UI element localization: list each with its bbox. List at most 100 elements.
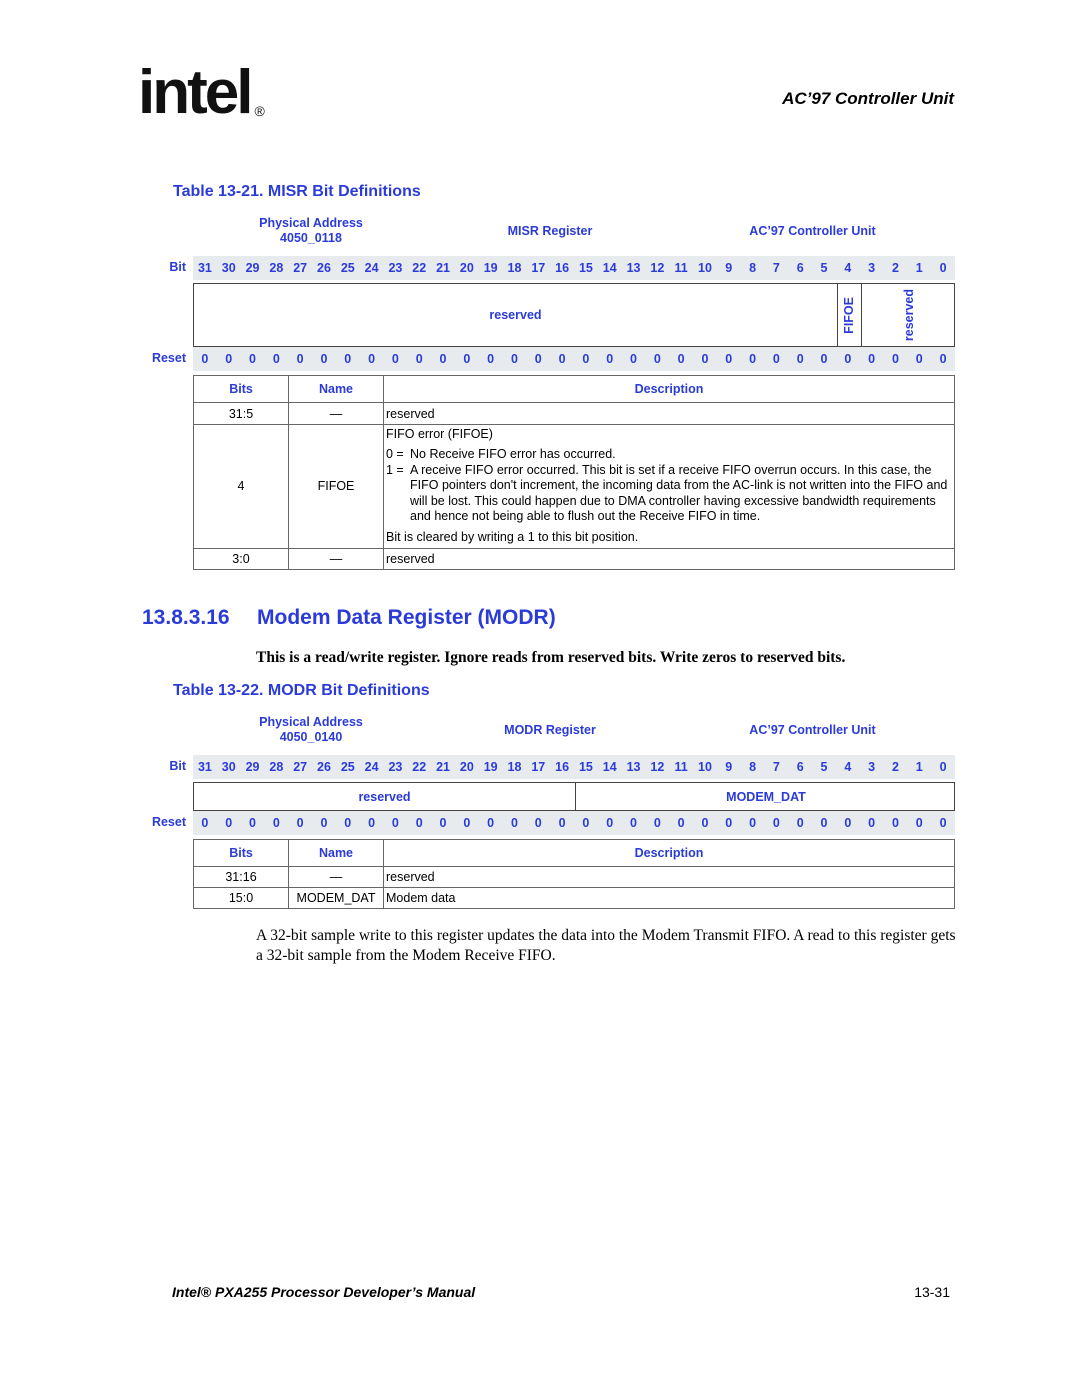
- reset-value: 0: [558, 352, 566, 366]
- reset-value: 0: [391, 352, 399, 366]
- body-paragraph: A 32-bit sample write to this register u…: [256, 927, 956, 964]
- reset-value: 0: [630, 352, 637, 366]
- bit-number: 15: [578, 760, 593, 774]
- reset-value: 0: [653, 352, 661, 366]
- field-reserved: reserved: [860, 284, 956, 346]
- bit-number: 0: [939, 261, 947, 275]
- field-label: reserved: [358, 789, 411, 804]
- bit-number: 20: [459, 760, 474, 774]
- row-description: reserved: [383, 547, 955, 570]
- bit-number: 16: [555, 261, 570, 275]
- row-bits: 31:5: [193, 402, 289, 425]
- bit-number: 4: [844, 760, 852, 774]
- bit-number: 6: [796, 760, 804, 774]
- modr-reset-label: Reset: [151, 815, 186, 829]
- footer-page-number: 13-31: [914, 1284, 950, 1300]
- col-bits: Bits: [193, 839, 289, 867]
- reset-value: 0: [772, 816, 780, 830]
- enum-item: 1 = A receive FIFO error occurred. This b…: [386, 462, 948, 524]
- bit-number: 3: [868, 261, 876, 275]
- row-bits: 4: [193, 424, 289, 549]
- modr-physical-address: Physical Address 4050_0140: [230, 715, 392, 745]
- bit-number: 23: [388, 760, 403, 774]
- registered-mark: ®: [254, 103, 265, 119]
- row-name: —: [288, 547, 384, 570]
- reset-value: 0: [630, 816, 637, 830]
- reset-value: 0: [463, 816, 471, 830]
- reset-value: 0: [653, 816, 661, 830]
- bit-number: 18: [507, 261, 522, 275]
- reset-value: 0: [320, 352, 328, 366]
- reset-value: 0: [844, 352, 852, 366]
- field-label: FIFOE: [842, 296, 857, 334]
- modr-definition-table: Bits Name Description 31:16 — reserved 1…: [193, 839, 955, 909]
- intel-logo: intel ®: [138, 58, 265, 127]
- bit-number: 26: [317, 261, 331, 275]
- reset-value: 0: [296, 816, 304, 830]
- reset-value: 0: [677, 816, 685, 830]
- bit-number: 7: [772, 261, 780, 275]
- phys-addr-label: Physical Address: [259, 715, 363, 729]
- bit-number: 6: [796, 261, 804, 275]
- table-row: 3:0 — reserved: [193, 547, 955, 570]
- bit-number: 10: [698, 760, 712, 774]
- reset-value: 0: [463, 352, 471, 366]
- bit-number: 9: [725, 261, 733, 275]
- row-bits: 31:16: [193, 866, 289, 888]
- bit-number: 8: [749, 760, 757, 774]
- section-title: Modem Data Register (MODR): [257, 606, 556, 629]
- reset-value: 0: [915, 352, 923, 366]
- reset-value: 0: [701, 352, 709, 366]
- reset-value: 0: [772, 352, 780, 366]
- phys-addr-value: 4050_0118: [280, 231, 342, 245]
- col-name: Name: [288, 375, 384, 403]
- bit-number: 5: [820, 760, 828, 774]
- reset-value: 0: [391, 816, 399, 830]
- bit-number: 24: [364, 760, 379, 774]
- bit-number: 10: [698, 261, 712, 275]
- desc-note: Bit is cleared by writing a 1 to this bi…: [386, 529, 639, 544]
- row-description: reserved: [383, 866, 955, 888]
- bit-number: 26: [317, 760, 331, 774]
- reset-value: 0: [225, 816, 233, 830]
- chapter-title: AC’97 Controller Unit: [782, 89, 954, 108]
- table-header-row: Bits Name Description: [193, 839, 955, 867]
- reset-value: 0: [868, 816, 876, 830]
- reset-value: 0: [272, 352, 280, 366]
- misr-definition-table: Bits Name Description 31:5 — reserved 4 …: [193, 375, 955, 570]
- reset-value: 0: [439, 352, 447, 366]
- row-name: MODEM_DAT: [288, 887, 384, 909]
- col-description: Description: [383, 375, 955, 403]
- bit-number: 22: [412, 261, 427, 275]
- misr-bit-label: Bit: [169, 260, 186, 274]
- bit-number: 13: [626, 760, 641, 774]
- reset-value: 0: [939, 352, 947, 366]
- bit-number: 16: [555, 760, 570, 774]
- bit-number: 17: [531, 261, 546, 275]
- field-label: reserved: [489, 308, 542, 322]
- misr-reset-values: 0 0 0 0 0 0 0 0 0 0 0 0 0 0 0 0 0 0 0 0 0 0 0 0 0 0 0 0 0 0 0 0: [193, 347, 955, 371]
- col-bits: Bits: [193, 375, 289, 403]
- reset-value: 0: [320, 816, 328, 830]
- reset-value: 0: [439, 816, 447, 830]
- reset-value: 0: [796, 816, 804, 830]
- row-description: Modem data: [383, 887, 955, 909]
- bit-number: 27: [293, 261, 308, 275]
- bit-number: 14: [602, 261, 617, 275]
- reset-value: 0: [534, 352, 542, 366]
- desc-title: FIFO error (FIFOE): [386, 427, 493, 441]
- enum-item: 0 = No Receive FIFO error has occurred.: [386, 447, 616, 461]
- bit-number: 4: [844, 261, 852, 275]
- bit-number: 14: [602, 760, 617, 774]
- row-name: FIFOE: [288, 424, 384, 549]
- footer-manual-title: Intel® PXA255 Processor Developer’s Manu…: [172, 1284, 476, 1300]
- bit-number: 2: [891, 261, 899, 275]
- bit-number: 30: [221, 760, 236, 774]
- field-label: MODEM_DAT: [726, 789, 806, 804]
- bit-number: 11: [674, 760, 688, 774]
- reset-value: 0: [844, 816, 852, 830]
- section-heading: 13.8.3.16 Modem Data Register (MODR): [142, 606, 556, 630]
- reset-value: 0: [510, 816, 518, 830]
- bit-number: 0: [939, 760, 947, 774]
- section-number: 13.8.3.16: [142, 606, 230, 629]
